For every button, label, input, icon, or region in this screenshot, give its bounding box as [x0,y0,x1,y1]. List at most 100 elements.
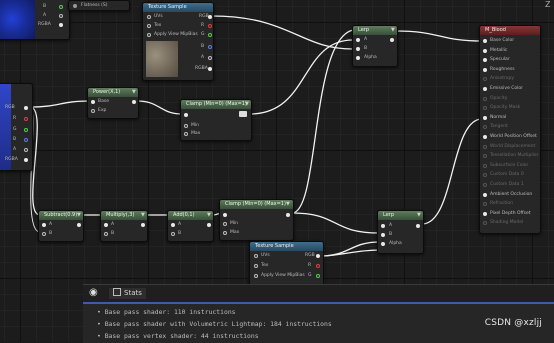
node-lerp-top[interactable]: Lerp ▼ A B Alpha [352,25,398,67]
collapse-arrow-icon[interactable]: ▼ [286,202,290,207]
clamp-top-in-dot[interactable] [184,113,188,117]
ts-bot-out-rgb-dot[interactable] [316,254,320,258]
node-power[interactable]: Power(X,1) ▼ Base Exp [87,87,139,119]
collapse-arrow-icon[interactable]: ▼ [141,213,145,218]
ts-bot-mip: Apply View MipBias [261,273,305,278]
ts-bot-out-r-dot[interactable] [316,264,320,268]
node-texture-sample-bottom[interactable]: Texture Sample UVs Tex Apply View MipBia… [249,241,324,288]
lerp-top-b-dot[interactable] [356,47,360,51]
node-clamp-mid[interactable]: Clamp (Min=0) (Max=1) ▼ Min Max [219,199,294,241]
clamp-top-min-dot[interactable] [184,124,188,128]
lerp-top-a-dot[interactable] [356,38,360,42]
left-pin-rgb-dot[interactable] [24,106,28,110]
material-pin-dot[interactable] [483,87,487,91]
collapse-arrow-icon[interactable]: ▼ [207,213,211,218]
multiply-out-dot[interactable] [141,223,145,227]
material-pin-dot[interactable] [483,211,487,216]
ts-top-tex-dot[interactable] [147,24,151,28]
subtract-a-dot[interactable] [42,223,46,227]
power-base: Base [98,99,109,104]
pin-a-dot[interactable] [59,14,63,18]
node-clamp-top[interactable]: Clamp (Min=0) (Max=1) ▼ Min Max [180,99,252,141]
collapse-arrow-icon[interactable]: ▼ [132,90,136,95]
subtract-out-dot[interactable] [77,223,81,227]
material-pin-dot[interactable] [483,77,487,82]
material-pin-dot[interactable] [483,221,487,226]
node-texture-preview-partial[interactable]: B A RGBA [0,0,70,40]
collapse-arrow-icon[interactable]: ▼ [245,102,249,107]
material-pin-dot[interactable] [483,67,487,72]
clamp-mid-out-dot[interactable] [286,213,290,217]
add-out-dot[interactable] [207,223,211,227]
lerp-top-alpha-dot[interactable] [356,56,360,60]
ts-bot-mip-dot[interactable] [254,274,258,278]
material-pin-dot[interactable] [483,173,487,178]
node-material-result[interactable]: M_Blood Base Color Metallic Specular Roughn… [479,25,541,234]
stats-tab[interactable]: Stats [109,288,146,299]
ts-bot-uvs-dot[interactable] [254,254,258,258]
pin-b-dot[interactable] [59,5,63,9]
left-pin-rgba-dot[interactable] [24,158,28,162]
node-multiply[interactable]: Multiply(,3) ▼ A B [100,210,148,242]
material-pin-dot[interactable] [483,135,487,139]
node-texture-sample-top[interactable]: Texture Sample UVs Tex Apply View MipBia… [142,2,214,81]
left-pin-b-dot[interactable] [24,138,28,142]
ts-top-out-r-dot[interactable] [208,24,212,28]
ts-top-out-a-dot[interactable] [208,56,212,60]
node-lerp-bottom[interactable]: Lerp ▼ A B Alpha [377,210,424,254]
lerp-top-out-dot[interactable] [390,38,394,42]
lerp-bot-b-dot[interactable] [381,233,385,237]
material-pin-dot[interactable] [483,125,487,130]
add-a-dot[interactable] [171,223,175,227]
power-exp-dot[interactable] [91,109,95,113]
ts-top-mip-dot[interactable] [147,33,151,37]
ts-top-uvs-dot[interactable] [147,15,151,19]
collapse-arrow-icon[interactable]: ▼ [391,28,395,33]
left-pin-r-dot[interactable] [24,117,28,121]
multiply-a-dot[interactable] [104,223,108,227]
ts-top-out-b-dot[interactable] [208,45,212,49]
material-pin-dot[interactable] [483,154,487,159]
add-b-dot[interactable] [171,232,175,236]
power-out-dot[interactable] [132,100,136,104]
lerp-bot-out-dot[interactable] [416,224,420,228]
node-flatness[interactable]: Flatness (S) [68,0,130,11]
material-pin-dot[interactable] [483,115,487,120]
material-pin-dot[interactable] [483,163,487,168]
node-add[interactable]: Add(0,1) ▼ A B [167,210,214,242]
left-pin-g-dot[interactable] [24,128,28,132]
preview-toggle-icon[interactable] [239,111,247,117]
flatness-pin-dot[interactable] [73,4,77,8]
subtract-b-dot[interactable] [42,232,46,236]
wire-texture-to-lerp [211,15,354,50]
power-base-dot[interactable] [91,100,95,104]
clamp-top-max-dot[interactable] [184,132,188,136]
multiply-b-dot[interactable] [104,232,108,236]
ts-bot-out-g-dot[interactable] [316,274,320,278]
collapse-arrow-icon[interactable]: ▼ [77,213,81,218]
clamp-mid-min-dot[interactable] [223,222,227,226]
node-left-texture-partial[interactable]: RGB R G B A RGBA [0,83,33,171]
material-pin-dot[interactable] [483,183,487,187]
clamp-mid-max-dot[interactable] [223,231,227,235]
material-pin-dot[interactable] [483,48,487,53]
left-pin-a-dot[interactable] [24,148,28,152]
pin-rgba-dot[interactable] [59,23,63,27]
material-pin-dot[interactable] [483,192,487,197]
ts-bot-tex-dot[interactable] [254,264,258,268]
material-pin-dot[interactable] [483,202,487,207]
node-subtract[interactable]: Subtract(0.9) ▼ A B [38,210,84,242]
material-pin-dot[interactable] [483,39,487,43]
collapse-arrow-icon[interactable]: ▼ [417,213,421,218]
material-pin-dot[interactable] [483,144,487,149]
ts-top-out-g-dot[interactable] [208,33,212,37]
lerp-bot-a-dot[interactable] [381,224,385,228]
material-pin-dot[interactable] [483,106,487,111]
lerp-bot-alpha-dot[interactable] [381,242,385,246]
stats-line-text: Base pass vertex shader: 44 instructions [104,332,259,340]
material-pin-dot[interactable] [483,96,487,101]
material-pin-dot[interactable] [483,58,487,63]
ts-top-out-rgba-dot[interactable] [208,67,212,71]
ts-top-out-rgb-dot[interactable] [208,15,212,19]
clamp-mid-in-dot[interactable] [223,213,227,217]
